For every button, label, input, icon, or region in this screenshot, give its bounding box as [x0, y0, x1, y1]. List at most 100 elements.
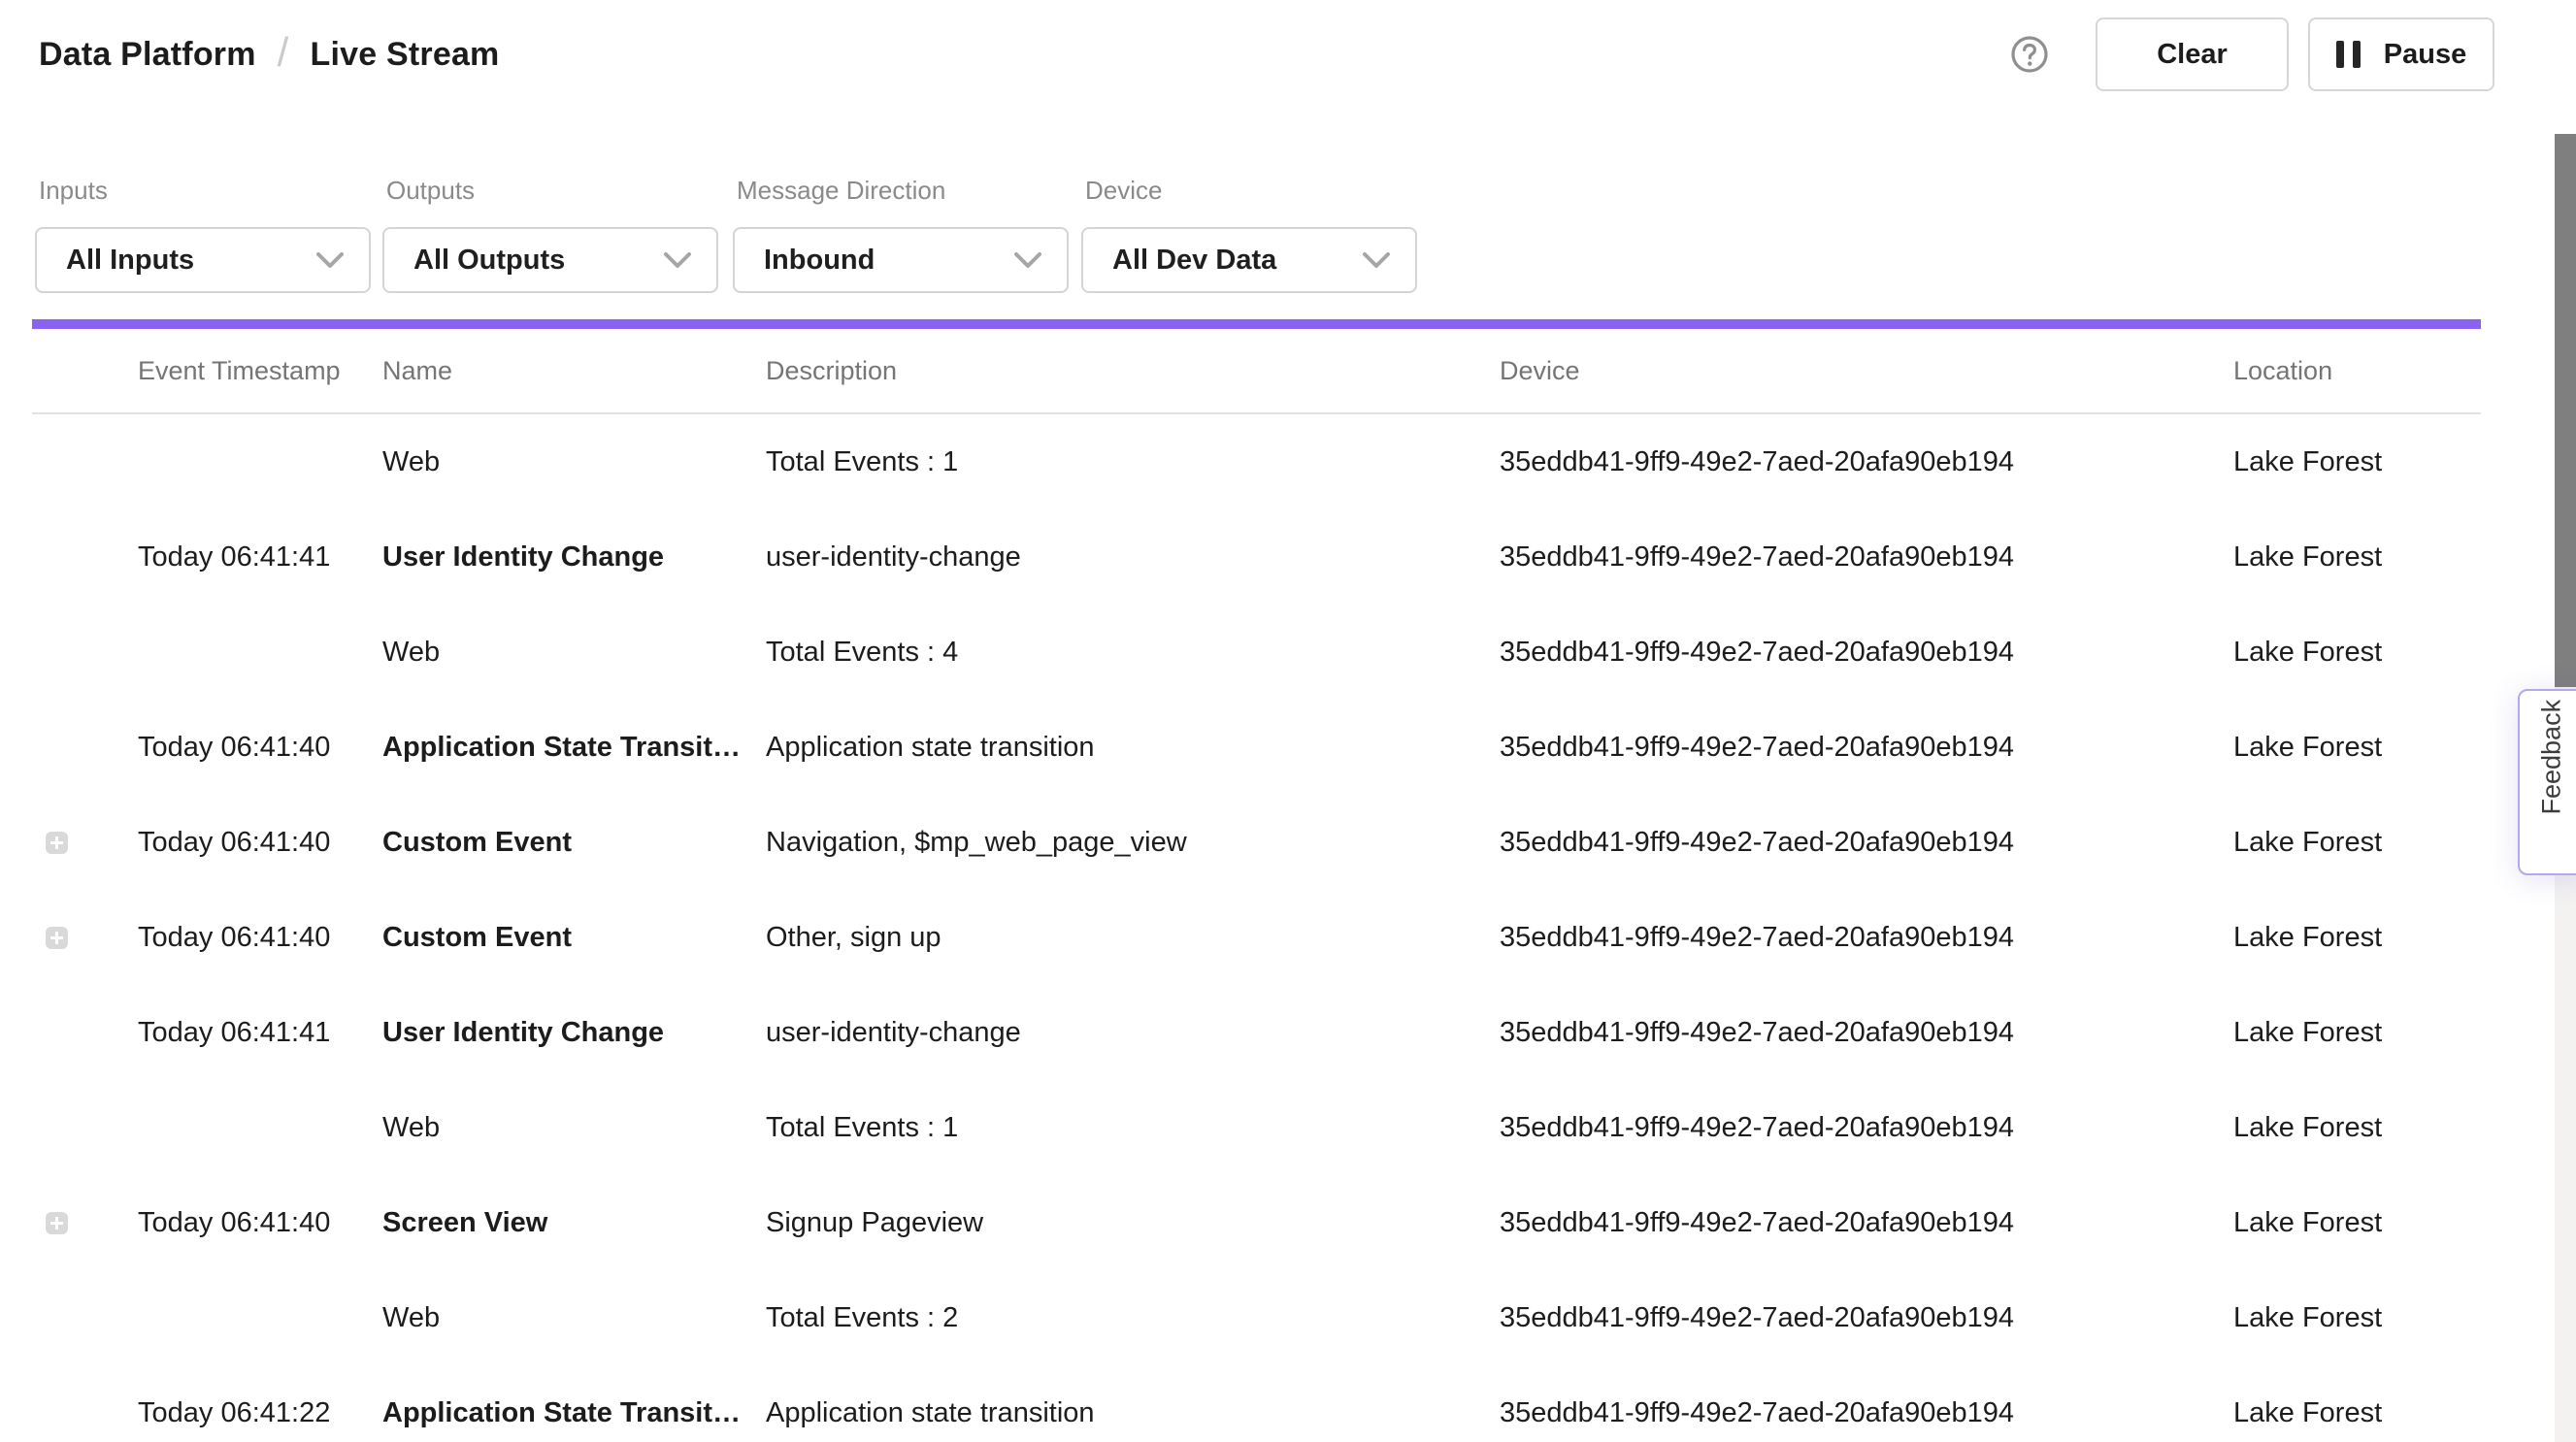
chevron-down-icon — [664, 252, 691, 269]
device-select[interactable]: All Dev Data — [1081, 227, 1417, 293]
event-location: Lake Forest — [2233, 1397, 2481, 1429]
clear-button-label: Clear — [2157, 39, 2228, 71]
event-location: Lake Forest — [2233, 827, 2481, 859]
event-name: Screen View — [382, 1207, 766, 1239]
event-location: Lake Forest — [2233, 1302, 2481, 1334]
table-row: Web Total Events : 1 35eddb41-9ff9-49e2-… — [32, 414, 2481, 509]
event-device: 35eddb41-9ff9-49e2-7aed-20afa90eb194 — [1500, 637, 2233, 669]
chevron-down-icon — [316, 252, 344, 269]
event-device: 35eddb41-9ff9-49e2-7aed-20afa90eb194 — [1500, 1017, 2233, 1049]
event-description: user-identity-change — [766, 541, 1500, 574]
event-device: 35eddb41-9ff9-49e2-7aed-20afa90eb194 — [1500, 1302, 2233, 1334]
event-timestamp: Today 06:41:22 — [138, 1397, 382, 1429]
table-row: Today 06:41:40 Screen View Signup Pagevi… — [32, 1175, 2481, 1270]
event-name: Web — [382, 1112, 766, 1144]
table-header-row: Event Timestamp Name Description Device … — [32, 329, 2481, 414]
device-selected-value: All Dev Data — [1112, 245, 1276, 277]
filters-bar: Inputs All Inputs Outputs All Outputs Me… — [0, 133, 2576, 319]
feedback-tab-label: Feedback — [2537, 750, 2567, 814]
expand-row-button[interactable] — [46, 1212, 68, 1234]
event-location: Lake Forest — [2233, 446, 2481, 478]
device-label: Device — [1085, 176, 1417, 206]
message-direction-label: Message Direction — [737, 176, 1069, 206]
live-stream-page: Data Platform / Live Stream Clear — [0, 0, 2576, 1442]
column-header-name: Name — [382, 356, 766, 386]
event-description: Application state transition — [766, 732, 1500, 764]
event-device: 35eddb41-9ff9-49e2-7aed-20afa90eb194 — [1500, 1207, 2233, 1239]
table-row: Today 06:41:41 User Identity Change user… — [32, 509, 2481, 605]
pause-button[interactable]: Pause — [2308, 17, 2494, 91]
event-name: Web — [382, 637, 766, 669]
event-name: Web — [382, 446, 766, 478]
event-timestamp: Today 06:41:41 — [138, 541, 382, 574]
event-description: user-identity-change — [766, 1017, 1500, 1049]
outputs-selected-value: All Outputs — [413, 245, 565, 277]
event-name: Web — [382, 1302, 766, 1334]
table-row: Today 06:41:41 User Identity Change user… — [32, 985, 2481, 1080]
event-name: Custom Event — [382, 827, 766, 859]
event-timestamp: Today 06:41:40 — [138, 922, 382, 954]
event-device: 35eddb41-9ff9-49e2-7aed-20afa90eb194 — [1500, 541, 2233, 574]
event-device: 35eddb41-9ff9-49e2-7aed-20afa90eb194 — [1500, 732, 2233, 764]
event-description: Total Events : 1 — [766, 446, 1500, 478]
event-timestamp: Today 06:41:40 — [138, 732, 382, 764]
event-device: 35eddb41-9ff9-49e2-7aed-20afa90eb194 — [1500, 827, 2233, 859]
feedback-tab[interactable]: Feedback — [2518, 689, 2576, 875]
table-row: Web Total Events : 4 35eddb41-9ff9-49e2-… — [32, 605, 2481, 700]
event-location: Lake Forest — [2233, 541, 2481, 574]
event-name: User Identity Change — [382, 1017, 766, 1049]
event-device: 35eddb41-9ff9-49e2-7aed-20afa90eb194 — [1500, 446, 2233, 478]
event-location: Lake Forest — [2233, 732, 2481, 764]
plus-icon — [46, 1212, 68, 1234]
event-timestamp: Today 06:41:41 — [138, 1017, 382, 1049]
event-description: Total Events : 2 — [766, 1302, 1500, 1334]
column-header-event-timestamp: Event Timestamp — [138, 356, 382, 386]
column-header-device: Device — [1500, 356, 2233, 386]
event-device: 35eddb41-9ff9-49e2-7aed-20afa90eb194 — [1500, 1397, 2233, 1429]
chevron-down-icon — [1363, 252, 1390, 269]
table-row: Today 06:41:40 Application State Transit… — [32, 700, 2481, 795]
inputs-select[interactable]: All Inputs — [35, 227, 371, 293]
event-location: Lake Forest — [2233, 637, 2481, 669]
message-direction-select[interactable]: Inbound — [733, 227, 1069, 293]
filter-outputs: Outputs All Outputs — [382, 176, 718, 293]
filter-message-direction: Message Direction Inbound — [733, 176, 1069, 293]
help-button[interactable] — [2008, 33, 2051, 76]
column-header-description: Description — [766, 356, 1500, 386]
event-location: Lake Forest — [2233, 1017, 2481, 1049]
event-name: Custom Event — [382, 922, 766, 954]
inputs-label: Inputs — [39, 176, 371, 206]
event-timestamp: Today 06:41:40 — [138, 1207, 382, 1239]
plus-icon — [46, 927, 68, 949]
breadcrumb-data-platform[interactable]: Data Platform — [39, 36, 256, 74]
expand-row-button[interactable] — [46, 832, 68, 854]
question-mark-icon — [2010, 35, 2049, 74]
outputs-label: Outputs — [386, 176, 718, 206]
event-description: Navigation, $mp_web_page_view — [766, 827, 1500, 859]
plus-icon — [46, 832, 68, 854]
event-name: User Identity Change — [382, 541, 766, 574]
table-body: Web Total Events : 1 35eddb41-9ff9-49e2-… — [32, 414, 2481, 1442]
table-row: Web Total Events : 2 35eddb41-9ff9-49e2-… — [32, 1270, 2481, 1365]
pause-icon — [2336, 41, 2361, 68]
event-description: Other, sign up — [766, 922, 1500, 954]
pause-button-label: Pause — [2384, 39, 2466, 71]
outputs-select[interactable]: All Outputs — [382, 227, 718, 293]
clear-button[interactable]: Clear — [2096, 17, 2289, 91]
events-table: Event Timestamp Name Description Device … — [32, 329, 2481, 1442]
expand-row-button[interactable] — [46, 927, 68, 949]
event-location: Lake Forest — [2233, 1112, 2481, 1144]
table-row: Today 06:41:40 Custom Event Other, sign … — [32, 890, 2481, 985]
event-name: Application State Transition — [382, 732, 766, 764]
filter-inputs: Inputs All Inputs — [35, 176, 371, 293]
table-row: Web Total Events : 1 35eddb41-9ff9-49e2-… — [32, 1080, 2481, 1175]
event-timestamp: Today 06:41:40 — [138, 827, 382, 859]
scrollbar-thumb[interactable] — [2555, 134, 2576, 687]
event-device: 35eddb41-9ff9-49e2-7aed-20afa90eb194 — [1500, 922, 2233, 954]
event-name: Application State Transition — [382, 1397, 766, 1429]
table-row: Today 06:41:40 Custom Event Navigation, … — [32, 795, 2481, 890]
top-bar: Data Platform / Live Stream Clear — [0, 0, 2576, 134]
breadcrumb: Data Platform / Live Stream — [39, 31, 500, 78]
chevron-down-icon — [1014, 252, 1041, 269]
event-description: Application state transition — [766, 1397, 1500, 1429]
